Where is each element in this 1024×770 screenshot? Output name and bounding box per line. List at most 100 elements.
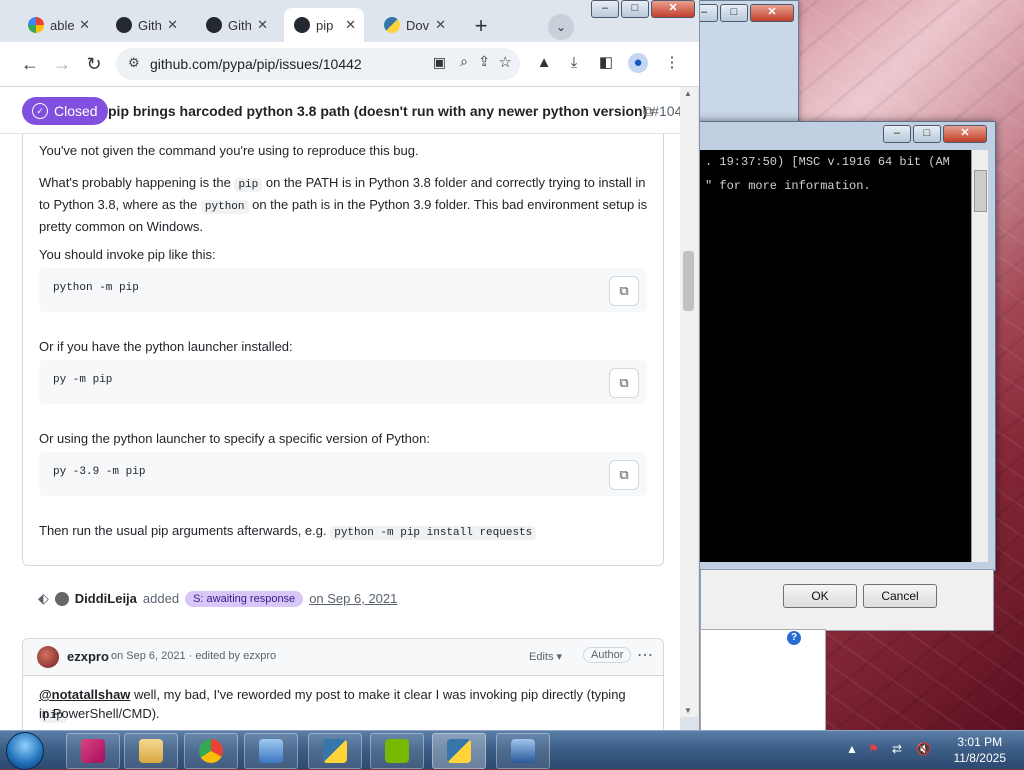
close-tab-icon[interactable]: ✕ [257, 17, 268, 33]
taskbar-python[interactable] [308, 733, 362, 769]
cancel-button[interactable]: Cancel [863, 584, 937, 608]
close-icon[interactable]: ✕ [943, 125, 987, 143]
copy-link-icon[interactable]: ⧉ [634, 97, 662, 125]
issue-sticky-header: ✓ Closed pip brings harcoded python 3.8 … [0, 87, 680, 134]
tab-github-1[interactable]: Gith ✕ [106, 8, 186, 42]
scroll-thumb[interactable] [974, 170, 987, 212]
scroll-up-icon[interactable]: ▲ [684, 89, 692, 98]
minimize-icon[interactable]: – [591, 0, 619, 18]
text-span: well, my bad, I've reworded my post to m… [130, 687, 626, 702]
scroll-down-icon[interactable]: ▼ [684, 706, 692, 715]
issue-label[interactable]: S: awaiting response [185, 590, 304, 607]
avatar[interactable] [37, 646, 59, 668]
tab-pip-issue[interactable]: pip ✕ [284, 8, 364, 42]
console-line: " for more information. [705, 179, 871, 193]
ok-button[interactable]: OK [783, 584, 857, 608]
timeline-label-event: ⬖ DiddiLeija added S: awaiting response … [38, 590, 397, 607]
reload-button[interactable]: ↻ [80, 50, 108, 78]
background-window[interactable]: – □ ✕ [690, 0, 799, 134]
code-block: python -m pip ⧉ [39, 268, 647, 312]
page-scrollbar[interactable]: ▲ ▼ [680, 87, 698, 717]
comment-author-link[interactable]: ezxpro [67, 649, 109, 664]
dialog-button-bar: OK Cancel [700, 569, 994, 631]
comment-card: You've not given the command you're usin… [22, 133, 664, 566]
tab-search-button[interactable]: ⌄ [548, 14, 574, 40]
status-badge: ✓ Closed [22, 97, 108, 125]
status-text: Closed [54, 103, 98, 119]
comment-paragraph: You should invoke pip like this: [39, 247, 216, 262]
inline-code: pip [234, 178, 263, 192]
mention-link[interactable]: @notatallshaw [39, 687, 130, 702]
comment-card: ezxpro on Sep 6, 2021 · edited by ezxpro… [22, 638, 664, 730]
taskbar-network[interactable] [496, 733, 550, 769]
copy-code-button[interactable]: ⧉ [609, 368, 639, 398]
maximize-icon[interactable]: □ [720, 4, 748, 22]
console-scrollbar[interactable] [971, 150, 988, 562]
back-button[interactable]: ← [16, 50, 44, 78]
start-button[interactable] [6, 732, 44, 770]
network-tray-icon[interactable]: ⇄ [892, 742, 902, 756]
tab-label: Gith [228, 17, 252, 33]
taskbar-chrome[interactable] [184, 733, 238, 769]
tab-label: pip [316, 17, 334, 33]
installer-icon [447, 739, 471, 763]
event-date-link[interactable]: on Sep 6, 2021 [309, 591, 397, 606]
profile-avatar-icon[interactable]: ● [628, 53, 648, 73]
console-output[interactable]: . 19:37:50) [MSC v.1916 64 bit (AM " for … [699, 150, 977, 562]
copy-code-button[interactable]: ⧉ [609, 276, 639, 306]
share-icon[interactable]: ⇪ [478, 53, 490, 70]
tab-python-download[interactable]: Dov ✕ [374, 8, 454, 42]
address-bar[interactable]: ⚙ github.com/pypa/pip/issues/10442 ▣ ⌕ ⇪… [116, 48, 520, 80]
site-info-icon[interactable]: ⚙ [128, 55, 140, 71]
control-panel-icon [259, 739, 283, 763]
install-icon[interactable]: ▣ [433, 54, 446, 71]
code-block: py -m pip ⧉ [39, 360, 647, 404]
copy-code-button[interactable]: ⧉ [609, 460, 639, 490]
downloads-icon[interactable]: ⤓ [564, 53, 584, 73]
taskbar-python-installer[interactable] [432, 733, 486, 769]
tab-google[interactable]: able ✕ [18, 8, 98, 42]
close-tab-icon[interactable]: ✕ [167, 17, 178, 33]
sidepanel-icon[interactable]: ◧ [596, 53, 616, 73]
event-user-link[interactable]: DiddiLeija [75, 591, 137, 606]
minimize-icon[interactable]: – [883, 125, 911, 143]
url-text: github.com/pypa/pip/issues/10442 [150, 56, 362, 72]
comment-header: ezxpro on Sep 6, 2021 · edited by ezxpro… [23, 639, 663, 676]
taskbar-control-panel[interactable] [244, 733, 298, 769]
forward-button[interactable]: → [48, 50, 76, 78]
python-console-window[interactable]: – □ ✕ . 19:37:50) [MSC v.1916 64 bit (AM… [690, 121, 996, 571]
close-icon[interactable]: ✕ [651, 0, 695, 18]
zoom-icon[interactable]: ⌕ [460, 53, 468, 70]
help-icon[interactable]: ? [787, 631, 801, 645]
taskbar-clock[interactable]: 3:01 PM 11/8/2025 [954, 734, 1007, 766]
comment-paragraph: You've not given the command you're usin… [39, 143, 419, 158]
browser-window: able ✕ Gith ✕ Gith ✕ pip ✕ Dov ✕ + ⌄ – □… [0, 0, 700, 730]
github-icon [116, 17, 132, 33]
new-tab-button[interactable]: + [468, 14, 494, 40]
show-hidden-icons[interactable]: ▲ [846, 742, 858, 756]
inline-code: python -m pip install requests [330, 526, 537, 540]
close-tab-icon[interactable]: ✕ [79, 17, 90, 33]
close-tab-icon[interactable]: ✕ [435, 17, 446, 33]
github-icon [294, 17, 310, 33]
maximize-icon[interactable]: □ [913, 125, 941, 143]
scroll-thumb[interactable] [683, 251, 694, 311]
bookmark-star-icon[interactable]: ☆ [499, 53, 512, 71]
menu-kebab-icon[interactable]: ⋮ [662, 53, 682, 73]
maximize-icon[interactable]: □ [621, 0, 649, 18]
comment-paragraph: in PowerShell/CMD). [39, 706, 160, 721]
inline-code: python [200, 200, 249, 214]
comment-options-icon[interactable]: ⋯ [637, 645, 653, 665]
volume-muted-icon[interactable]: 🔇 [916, 742, 931, 756]
taskbar-explorer[interactable] [124, 733, 178, 769]
close-icon[interactable]: ✕ [750, 4, 794, 22]
taskbar-app-1[interactable] [66, 733, 120, 769]
edits-dropdown[interactable]: Edits ▾ [529, 650, 562, 663]
edits-label: Edits [529, 651, 554, 663]
extensions-icon[interactable]: ▲ [534, 53, 554, 73]
tab-github-2[interactable]: Gith ✕ [196, 8, 276, 42]
close-tab-icon[interactable]: ✕ [345, 17, 356, 33]
action-center-icon[interactable]: ⚑ [868, 742, 879, 756]
page-content[interactable]: ✓ Closed pip brings harcoded python 3.8 … [0, 87, 680, 730]
taskbar-nvidia[interactable] [370, 733, 424, 769]
